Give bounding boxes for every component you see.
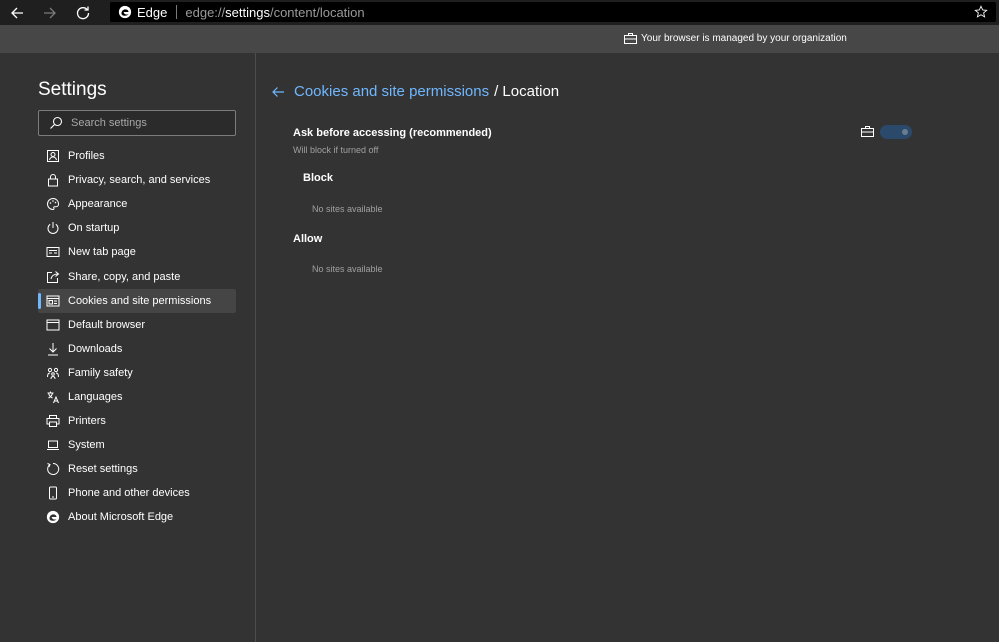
browser-icon — [46, 318, 60, 332]
printer-icon — [46, 414, 60, 428]
allow-empty-text: No sites available — [312, 264, 383, 274]
cookies-icon — [46, 294, 60, 308]
managed-banner-content[interactable]: Your browser is managed by your organiza… — [624, 33, 847, 44]
setting-subtitle: Will block if turned off — [293, 145, 379, 155]
address-bar[interactable]: Edge edge://settings/content/location — [110, 2, 996, 22]
sidebar-item-profiles[interactable]: Profiles — [38, 144, 236, 168]
sidebar-item-label: About Microsoft Edge — [68, 511, 174, 524]
profile-icon — [46, 149, 60, 163]
main-content: Cookies and site permissions / Location … — [257, 53, 999, 642]
address-divider — [176, 5, 178, 19]
sidebar-item-label: Printers — [68, 415, 106, 428]
sidebar-item-default-browser[interactable]: Default browser — [38, 313, 236, 337]
sidebar-item-about-edge[interactable]: About Microsoft Edge — [38, 505, 236, 529]
sidebar-item-label: Cookies and site permissions — [68, 294, 212, 307]
sidebar-item-label: Family safety — [68, 366, 133, 379]
refresh-button[interactable] — [66, 0, 99, 25]
managed-banner: Your browser is managed by your organiza… — [0, 25, 999, 53]
search-input[interactable] — [71, 117, 221, 129]
briefcase-icon — [624, 33, 637, 44]
block-empty-text: No sites available — [312, 204, 383, 214]
sidebar-item-cookies-site-permissions[interactable]: Cookies and site permissions — [38, 288, 236, 313]
new-tab-icon — [46, 245, 60, 259]
languages-icon — [46, 390, 60, 404]
toggle-knob — [902, 129, 908, 135]
sidebar-item-label: New tab page — [68, 246, 136, 259]
sidebar-item-label: Profiles — [68, 150, 105, 163]
page-title: / Location — [494, 83, 560, 100]
edge-logo-icon — [46, 510, 60, 524]
sidebar-item-label: Languages — [68, 390, 123, 403]
sidebar-item-family-safety[interactable]: Family safety — [38, 361, 236, 385]
settings-sidebar: Settings Profiles Privacy, search, and s… — [0, 53, 256, 642]
sidebar-item-label: Reset settings — [68, 463, 138, 476]
edge-logo-icon — [118, 5, 132, 19]
forward-button[interactable] — [33, 0, 66, 25]
sidebar-item-label: Share, copy, and paste — [68, 270, 181, 283]
sidebar-item-new-tab-page[interactable]: New tab page — [38, 240, 236, 264]
url-text[interactable]: edge://settings/content/location — [185, 5, 364, 20]
browser-toolbar: Edge edge://settings/content/location — [0, 0, 999, 25]
sidebar-item-label: Downloads — [68, 342, 123, 355]
search-box[interactable] — [38, 110, 236, 136]
share-icon — [46, 270, 60, 284]
download-icon — [46, 342, 60, 356]
sidebar-item-label: Privacy, search, and services — [68, 174, 211, 187]
sidebar-item-label: Appearance — [68, 198, 128, 211]
settings-title: Settings — [38, 79, 107, 100]
settings-nav: Profiles Privacy, search, and services A… — [38, 144, 236, 530]
managed-policy-icon[interactable] — [861, 126, 874, 137]
sidebar-item-languages[interactable]: Languages — [38, 385, 236, 409]
reset-icon — [46, 462, 60, 476]
sidebar-item-on-startup[interactable]: On startup — [38, 216, 236, 240]
palette-icon — [46, 197, 60, 211]
sidebar-item-label: Default browser — [68, 318, 146, 331]
sidebar-item-reset-settings[interactable]: Reset settings — [38, 457, 236, 481]
sidebar-item-phone-devices[interactable]: Phone and other devices — [38, 481, 236, 505]
family-icon — [46, 366, 60, 380]
allow-section-title: Allow — [293, 233, 323, 245]
arrow-left-icon — [10, 7, 23, 18]
setting-title: Ask before accessing (recommended) — [293, 127, 492, 139]
block-section-title: Block — [303, 172, 333, 184]
sidebar-item-label: Phone and other devices — [68, 487, 190, 500]
sidebar-item-printers[interactable]: Printers — [38, 409, 236, 433]
power-icon — [46, 221, 60, 235]
phone-icon — [46, 486, 60, 500]
back-button[interactable] — [0, 0, 33, 25]
sidebar-item-appearance[interactable]: Appearance — [38, 192, 236, 216]
breadcrumb-link[interactable]: Cookies and site permissions — [294, 83, 489, 100]
ask-before-accessing-toggle[interactable] — [880, 125, 912, 139]
search-icon — [50, 116, 63, 129]
sidebar-item-privacy[interactable]: Privacy, search, and services — [38, 168, 236, 192]
laptop-icon — [46, 438, 60, 452]
sidebar-item-system[interactable]: System — [38, 433, 236, 457]
favorite-star-icon[interactable] — [974, 5, 988, 19]
lock-icon — [46, 173, 60, 187]
back-arrow-icon[interactable] — [271, 85, 285, 99]
managed-banner-text: Your browser is managed by your organiza… — [641, 33, 847, 44]
sidebar-item-label: System — [68, 439, 105, 452]
sidebar-item-downloads[interactable]: Downloads — [38, 337, 236, 361]
refresh-icon — [76, 6, 89, 19]
breadcrumb: Cookies and site permissions / Location — [271, 83, 559, 100]
arrow-right-icon — [43, 7, 56, 18]
site-identity: Edge — [137, 4, 168, 20]
sidebar-item-share-copy-paste[interactable]: Share, copy, and paste — [38, 264, 236, 288]
sidebar-item-label: On startup — [68, 222, 120, 235]
